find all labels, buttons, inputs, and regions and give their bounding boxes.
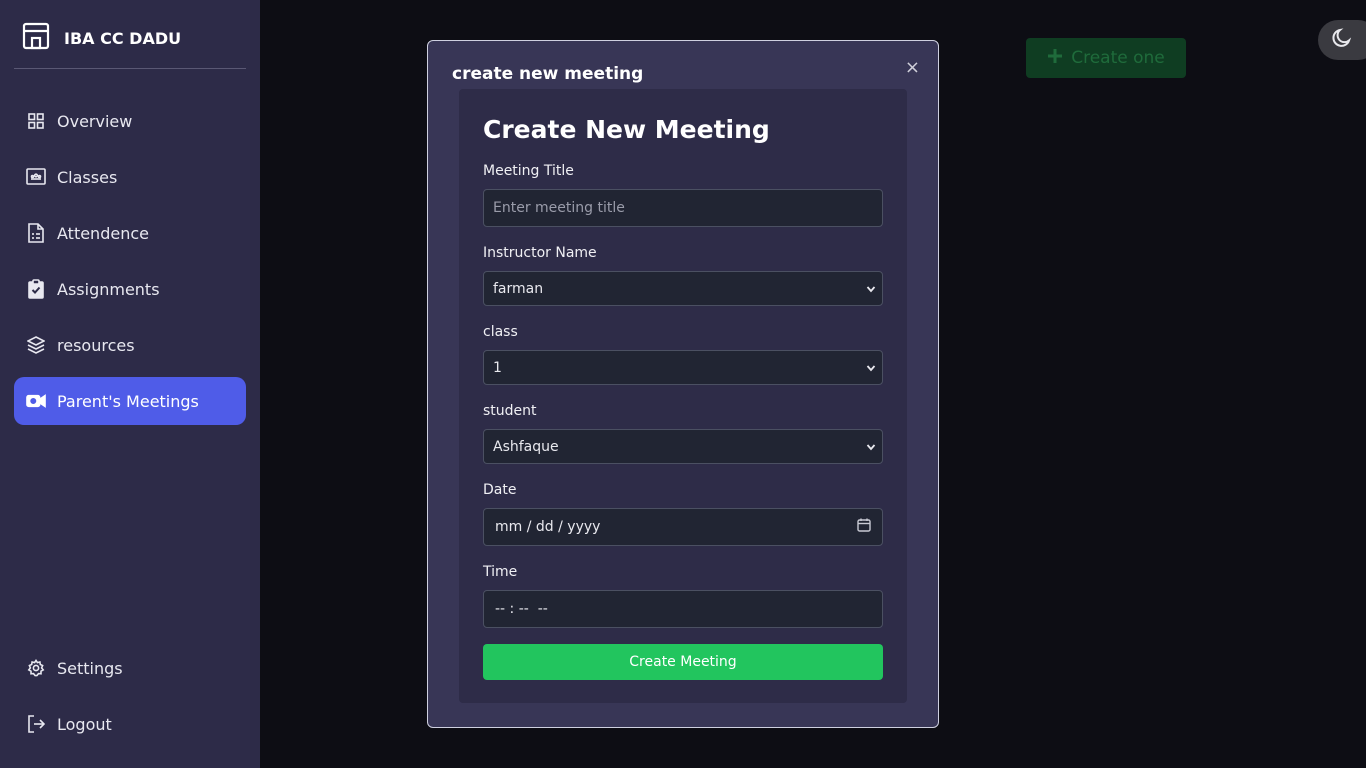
sidebar-item-parents-meetings[interactable]: Parent's Meetings [14,377,246,425]
sidebar-item-label: Assignments [57,279,160,299]
sidebar: IBA CC DADU Overview Classes Attendence … [0,0,260,768]
chevron-down-icon [866,281,876,297]
create-meeting-form: Create New Meeting Meeting Title Enter m… [459,89,907,703]
sidebar-item-assignments[interactable]: Assignments [14,265,246,313]
sidebar-item-resources[interactable]: resources [14,321,246,369]
instructor-value: farman [493,280,544,297]
sidebar-item-label: Attendence [57,223,149,243]
time-input[interactable]: -- : -- -- [483,590,883,628]
presentation-icon [26,167,46,187]
chevron-down-icon [866,439,876,455]
brand-title: IBA CC DADU [64,29,182,48]
layers-icon [26,335,46,355]
create-meeting-modal: create new meeting × Create New Meeting … [427,40,939,728]
calendar-icon[interactable] [857,518,871,536]
brand[interactable]: IBA CC DADU [14,14,246,69]
create-one-label: Create one [1071,48,1165,68]
time-label: Time [483,564,518,580]
meeting-title-input[interactable]: Enter meeting title [483,189,883,227]
class-label: class [483,324,518,340]
instructor-label: Instructor Name [483,245,597,261]
date-label: Date [483,482,517,498]
sidebar-item-label: Settings [57,658,123,678]
sidebar-item-logout[interactable]: Logout [14,700,246,748]
form-heading: Create New Meeting [483,115,770,144]
modal-title: create new meeting [452,64,644,84]
instructor-select[interactable]: farman [483,271,883,306]
logout-icon [26,714,46,734]
clipboard-check-icon [26,279,46,299]
meeting-title-label: Meeting Title [483,163,574,179]
grid-icon [26,111,46,131]
date-input[interactable]: mm / dd / yyyy [483,508,883,546]
sidebar-item-settings[interactable]: Settings [14,644,246,692]
date-value: mm / dd / yyyy [495,519,601,535]
create-meeting-button[interactable]: Create Meeting [483,644,883,680]
class-value: 1 [493,359,502,376]
gear-icon [26,658,46,678]
video-icon [26,391,46,411]
document-icon [26,223,46,243]
moon-icon [1331,27,1353,53]
student-label: student [483,403,537,419]
store-icon [22,22,50,50]
sidebar-item-label: Logout [57,714,112,734]
plus-icon [1047,48,1063,69]
sidebar-item-label: Overview [57,111,133,131]
sidebar-item-classes[interactable]: Classes [14,153,246,201]
sidebar-item-label: Classes [57,167,118,187]
student-value: Ashfaque [493,438,559,455]
theme-toggle-button[interactable] [1318,20,1366,60]
chevron-down-icon [866,360,876,376]
sidebar-item-overview[interactable]: Overview [14,97,246,145]
sidebar-item-label: Parent's Meetings [57,391,199,411]
create-one-button[interactable]: Create one [1026,38,1186,78]
student-select[interactable]: Ashfaque [483,429,883,464]
close-icon[interactable]: × [905,57,920,78]
sidebar-item-label: resources [57,335,135,355]
sidebar-item-attendence[interactable]: Attendence [14,209,246,257]
class-select[interactable]: 1 [483,350,883,385]
